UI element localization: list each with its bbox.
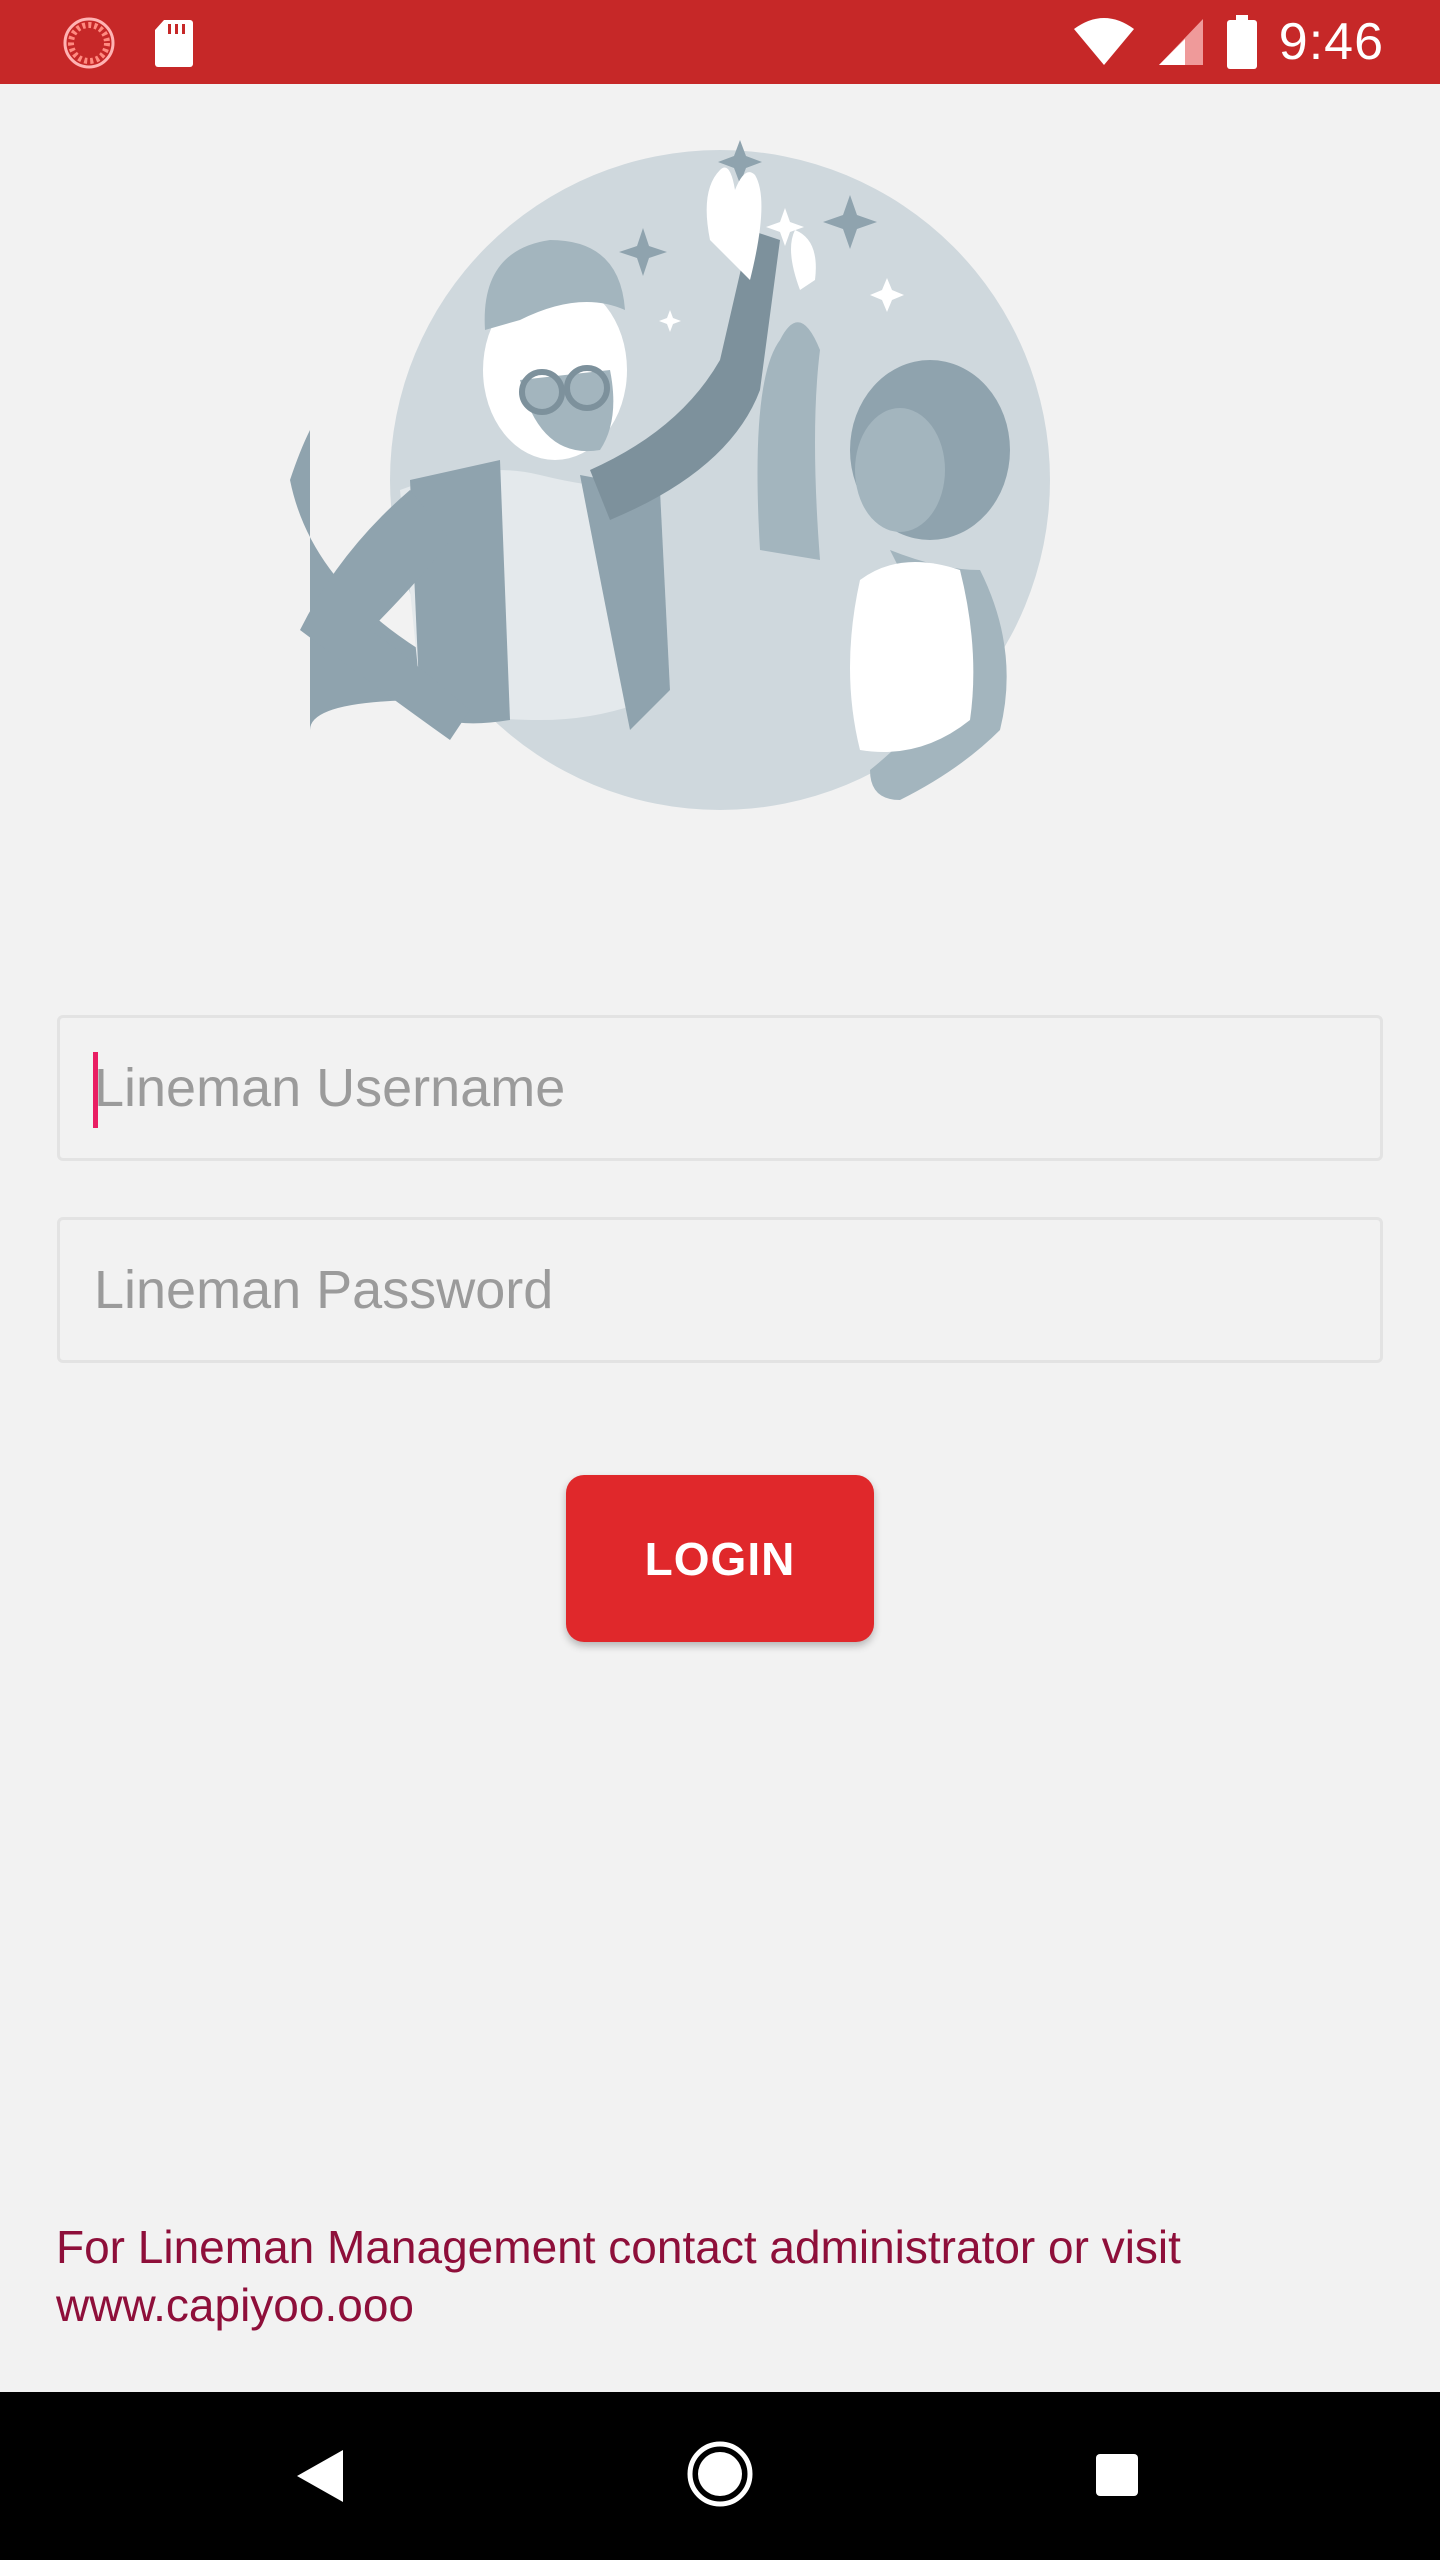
recents-icon[interactable] [1096, 2454, 1138, 2496]
username-input[interactable] [60, 1018, 1380, 1158]
navigation-bar [0, 2392, 1440, 2560]
high-five-illustration [290, 140, 1050, 810]
username-field-container [57, 1015, 1383, 1161]
sd-card-icon [155, 20, 193, 67]
login-button[interactable]: LOGIN [566, 1475, 874, 1642]
battery-icon [1226, 15, 1257, 69]
status-time: 9:46 [1278, 13, 1384, 71]
status-left-icons [62, 16, 194, 70]
home-icon[interactable] [686, 2440, 754, 2508]
password-field-container [57, 1217, 1383, 1363]
wifi-icon [1073, 18, 1134, 65]
status-bar: 9:46 [0, 0, 1440, 84]
back-icon[interactable] [295, 2448, 345, 2504]
text-caret [93, 1052, 98, 1128]
password-input[interactable] [60, 1220, 1380, 1360]
admin-contact-text: For Lineman Management contact administr… [56, 2221, 1181, 2331]
cell-signal-icon [1158, 19, 1203, 65]
spinner-icon [63, 17, 115, 69]
status-right-icons: 9:46 [1073, 12, 1384, 72]
